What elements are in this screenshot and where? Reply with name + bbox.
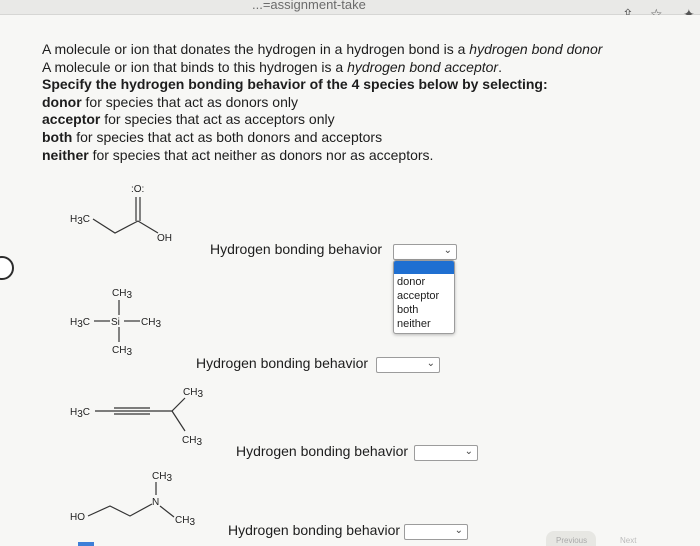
ch3-right: CH3 [175,515,195,528]
chevron-down-icon: ⌄ [443,245,452,256]
previous-button[interactable]: Previous [546,531,596,546]
species-2-label: Hydrogen bonding behavior [196,355,369,371]
carbonyl-oxygen: :O: [131,184,144,195]
species-4-select[interactable]: ⌄ [404,524,468,540]
h3c-left: H3C [70,317,90,330]
silicon-label: Si [111,317,120,328]
option-both[interactable]: both [394,303,454,317]
molecule-3-structure: CH3 H3C CH3 [70,387,203,448]
url-fragment[interactable]: ...=assignment-take [252,0,366,12]
ch3-top: CH3 [183,387,203,400]
next-button[interactable]: Next [620,536,660,546]
species-2-select[interactable]: ⌄ [376,357,440,373]
species-4-label: Hydrogen bonding behavior [228,522,401,538]
species-3-select[interactable]: ⌄ [414,445,478,461]
chevron-down-icon: ⌄ [454,525,463,536]
chevron-down-icon: ⌄ [426,358,435,369]
dropdown-highlight [394,261,454,274]
option-neither[interactable]: neither [394,317,454,331]
methyl-label: H3C [70,214,90,227]
chevron-down-icon: ⌄ [464,446,473,457]
nitrogen-label: N [152,497,159,508]
option-acceptor[interactable]: acceptor [394,289,454,303]
question-text: A molecule or ion that donates the hydro… [42,41,603,163]
molecule-2-structure: CH3 H3C Si CH3 CH3 [70,288,161,358]
option-donor[interactable]: donor [394,275,454,289]
ch3-top: CH3 [152,471,172,484]
species-1-select[interactable]: ⌄ [393,244,457,260]
ch3-top: CH3 [112,288,132,301]
species-1-dropdown-list[interactable]: donor acceptor both neither [393,260,455,334]
molecule-1-structure: :O: H3C OH [70,184,172,244]
h3c-left: H3C [70,407,90,420]
browser-bar: ...=assignment-take ⇪ ☆ ✦ [0,0,700,22]
hydroxyl-label: HO [70,512,85,523]
hydroxyl-label: OH [157,233,172,244]
ch3-right: CH3 [141,317,161,330]
ch3-bottom: CH3 [112,345,132,358]
species-3-label: Hydrogen bonding behavior [236,443,409,459]
molecule-4-structure: CH3 N HO CH3 [70,471,195,528]
species-1-label: Hydrogen bonding behavior [210,241,383,257]
bottom-tab-indicator [78,542,94,546]
ch3-bottom: CH3 [182,435,202,448]
